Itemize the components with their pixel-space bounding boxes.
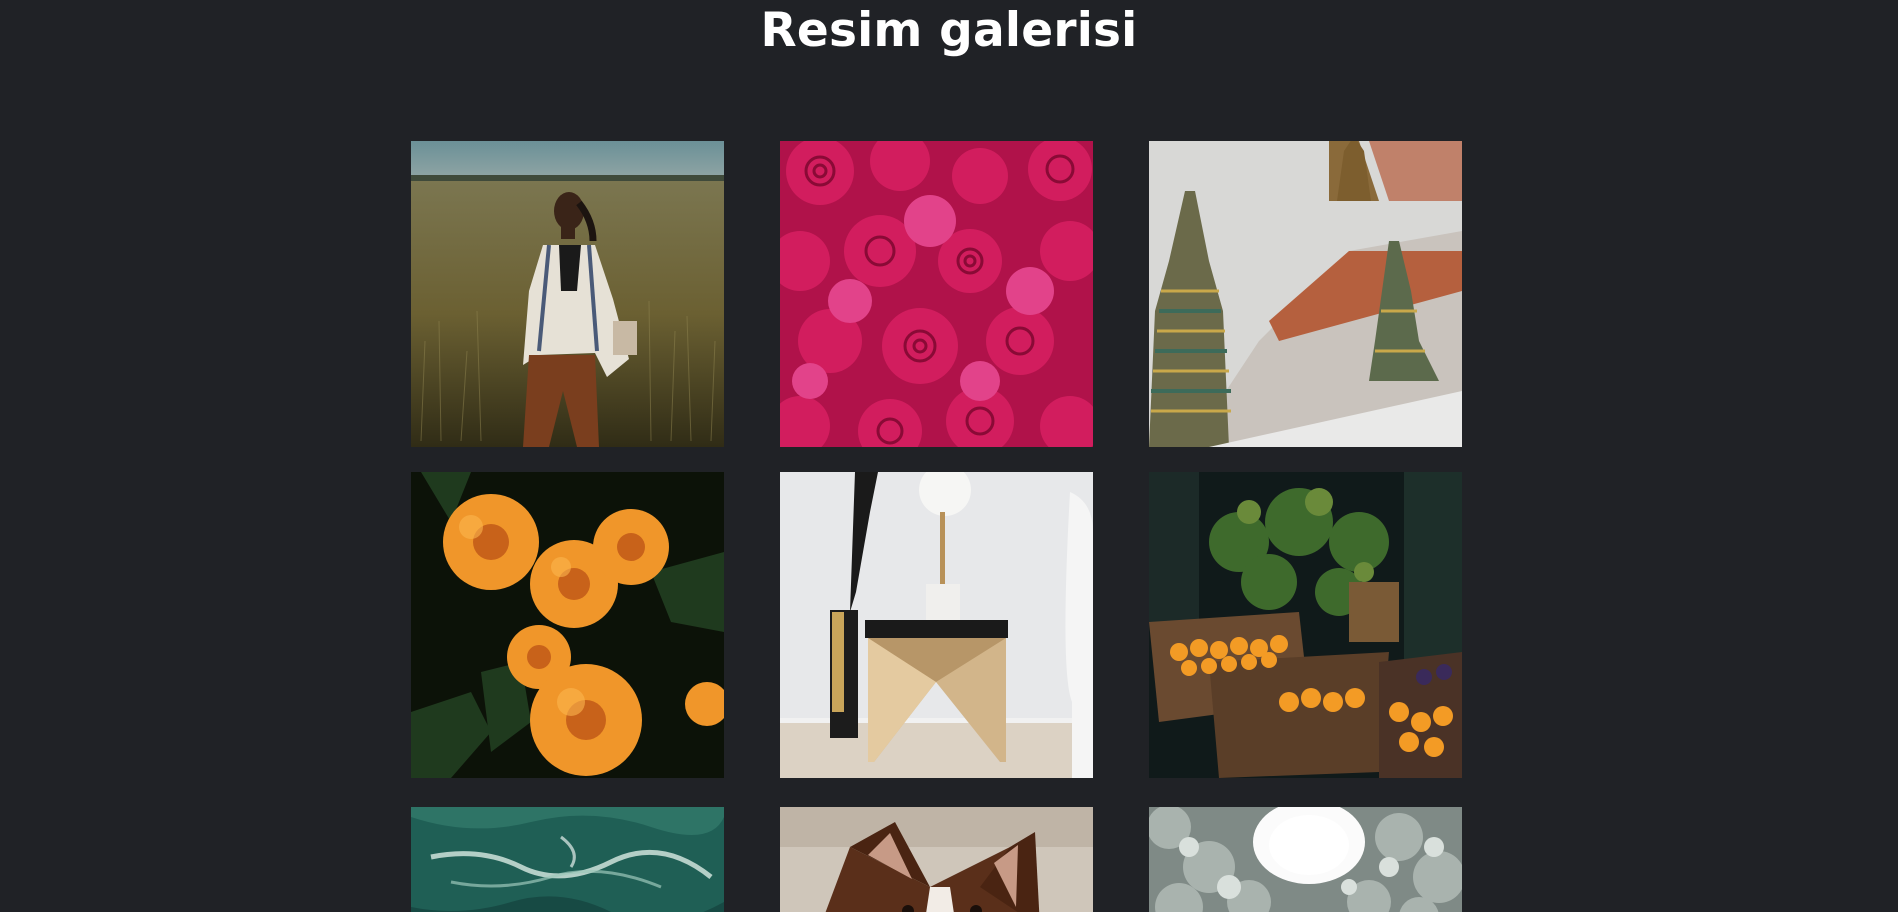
gallery-image-orange-dahlias[interactable] xyxy=(411,472,724,778)
gallery-image-market-produce[interactable] xyxy=(1149,472,1462,778)
gallery-image-snowy-forest[interactable] xyxy=(1149,807,1462,912)
gallery-image-aerial-sea[interactable] xyxy=(411,807,724,912)
gallery-image-woman-in-field[interactable] xyxy=(411,141,724,447)
image-gallery xyxy=(411,141,1463,912)
page-title: Resim galerisi xyxy=(760,3,1138,58)
gallery-image-dog[interactable] xyxy=(780,807,1093,912)
gallery-image-side-table-lamp[interactable] xyxy=(780,472,1093,778)
gallery-image-temple-spires[interactable] xyxy=(1149,141,1462,447)
gallery-image-pink-roses[interactable] xyxy=(780,141,1093,447)
